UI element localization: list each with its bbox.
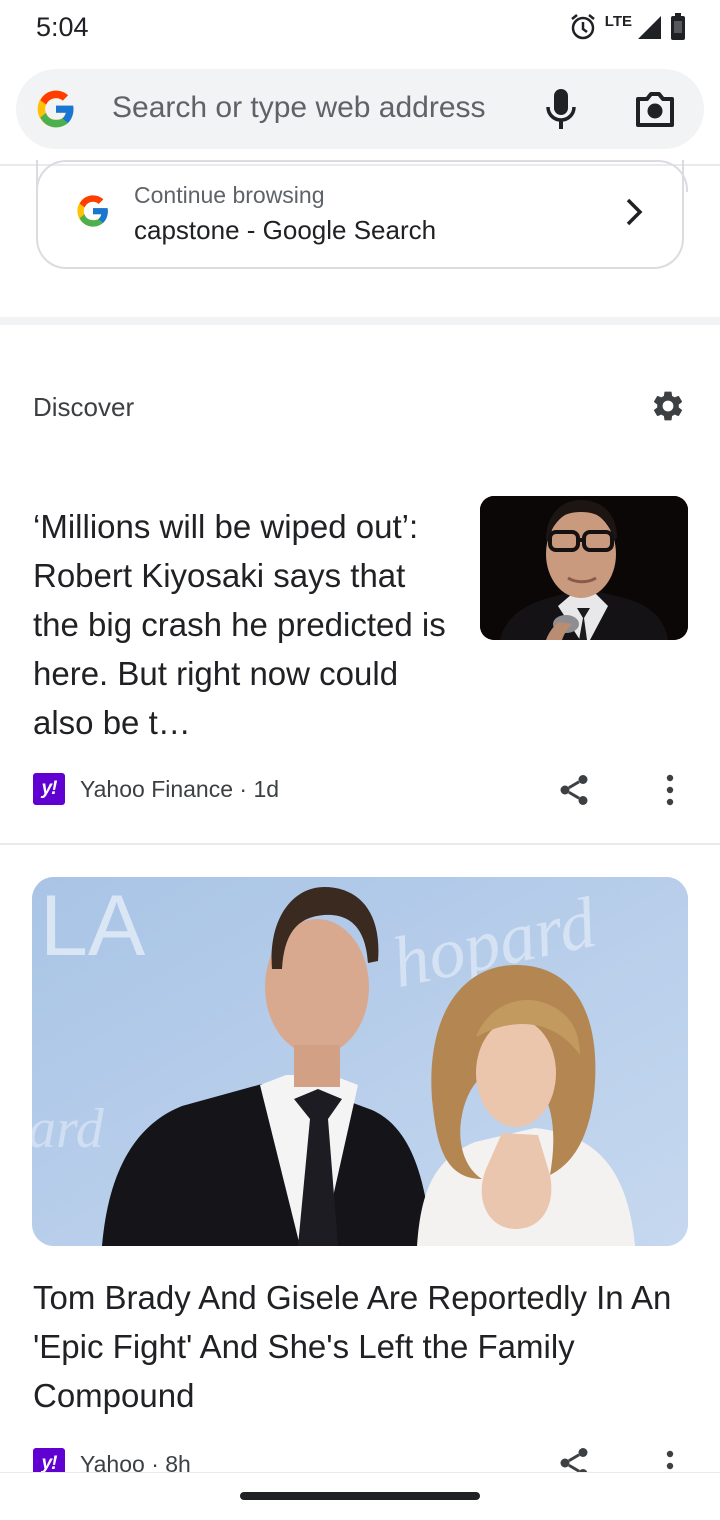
microphone-icon[interactable] <box>541 87 581 131</box>
continue-browsing-label: Continue browsing <box>134 182 325 208</box>
alarm-icon <box>569 13 597 41</box>
continue-browsing-page: capstone - Google Search <box>134 215 437 245</box>
network-type: LTE <box>604 12 632 30</box>
status-bar: 5:04 LTE <box>0 0 720 56</box>
card-divider <box>0 843 720 845</box>
search-input[interactable]: Search or type web address <box>112 91 486 125</box>
chevron-right-icon <box>622 196 646 228</box>
yahoo-logo-icon: y! <box>33 773 65 805</box>
google-g-icon <box>76 194 110 228</box>
article-source: Yahoo Finance · 1d <box>80 775 280 802</box>
omnibox[interactable]: Search or type web address <box>16 69 704 149</box>
article-hero-image[interactable]: LA hopard ard <box>32 877 688 1246</box>
article-thumbnail[interactable] <box>480 496 688 640</box>
backdrop-text-la: LA <box>40 878 146 974</box>
status-icons: LTE <box>569 10 686 44</box>
section-divider <box>0 317 720 325</box>
backdrop-text-ard: ard <box>32 1098 105 1160</box>
camera-icon[interactable] <box>634 89 676 129</box>
article-title[interactable]: Tom Brady And Gisele Are Reportedly In A… <box>33 1273 693 1420</box>
share-icon[interactable] <box>556 772 592 808</box>
discover-title: Discover <box>33 392 135 422</box>
article-source-row: y! Yahoo Finance · 1d <box>33 772 279 806</box>
continue-browsing-card[interactable]: Continue browsing capstone - Google Sear… <box>36 160 688 269</box>
gear-icon[interactable] <box>650 388 686 424</box>
home-gesture-handle[interactable] <box>240 1492 480 1500</box>
article-title[interactable]: ‘Millions will be wiped out’: Robert Kiy… <box>33 502 458 747</box>
google-g-icon <box>36 89 76 129</box>
more-options-icon[interactable] <box>665 774 675 806</box>
status-time: 5:04 <box>36 12 89 42</box>
battery-icon <box>670 13 686 41</box>
signal-icon <box>636 14 662 40</box>
